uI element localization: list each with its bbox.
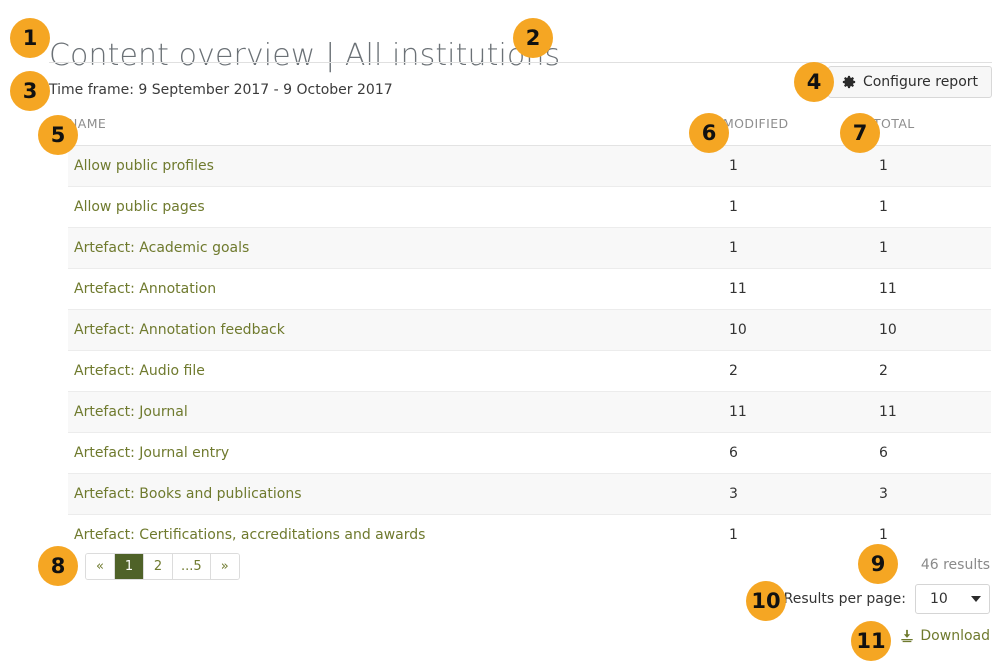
annotation-badge-6: 6: [689, 113, 729, 153]
pagination-next[interactable]: »: [211, 554, 239, 579]
cell-total: 2: [873, 351, 991, 392]
cell-modified: 1: [723, 187, 873, 228]
cell-name: Artefact: Audio file: [68, 351, 723, 392]
row-link[interactable]: Artefact: Certifications, accreditations…: [74, 527, 425, 543]
annotation-badge-11: 11: [851, 621, 891, 661]
results-per-page-label: Results per page:: [784, 591, 906, 607]
annotation-badge-10: 10: [746, 581, 786, 621]
cell-modified: 3: [723, 474, 873, 515]
content-overview-table: NAME MODIFIED TOTAL Allow public profile…: [68, 116, 991, 555]
cell-total: 1: [873, 187, 991, 228]
configure-report-button[interactable]: Configure report: [828, 66, 992, 98]
row-link[interactable]: Artefact: Annotation: [74, 281, 216, 297]
annotation-badge-4: 4: [794, 62, 834, 102]
cell-modified: 11: [723, 392, 873, 433]
chevron-down-icon: [971, 596, 981, 602]
cell-modified: 2: [723, 351, 873, 392]
table-body: Allow public profiles11Allow public page…: [68, 146, 991, 556]
cell-name: Artefact: Journal entry: [68, 433, 723, 474]
results-count: 46 results: [921, 557, 990, 573]
pagination-page-1[interactable]: 1: [115, 554, 144, 579]
pagination-page-2[interactable]: 2: [144, 554, 173, 579]
table-row: Artefact: Audio file 22: [68, 351, 991, 392]
results-per-page-select[interactable]: 10: [915, 584, 990, 614]
cell-modified: 6: [723, 433, 873, 474]
cell-modified: 1: [723, 146, 873, 187]
table-row: Artefact: Journal 1111: [68, 392, 991, 433]
cell-name: Artefact: Annotation: [68, 269, 723, 310]
cell-total: 1: [873, 146, 991, 187]
cell-total: 3: [873, 474, 991, 515]
table-row: Artefact: Books and publications 33: [68, 474, 991, 515]
cell-name: Allow public pages: [68, 187, 723, 228]
cell-name: Artefact: Certifications, accreditations…: [68, 515, 723, 556]
cell-total: 1: [873, 228, 991, 269]
row-link[interactable]: Allow public profiles: [74, 158, 214, 174]
download-label: Download: [920, 628, 990, 644]
table-row: Artefact: Annotation feedback 1010: [68, 310, 991, 351]
row-link[interactable]: Artefact: Journal: [74, 404, 188, 420]
cell-total: 11: [873, 392, 991, 433]
row-link[interactable]: Artefact: Academic goals: [74, 240, 249, 256]
table-row: Artefact: Academic goals 11: [68, 228, 991, 269]
row-link[interactable]: Artefact: Journal entry: [74, 445, 229, 461]
annotation-badge-3: 3: [10, 71, 50, 111]
annotation-badge-2: 2: [513, 18, 553, 58]
column-header-name[interactable]: NAME: [68, 116, 723, 146]
cell-name: Artefact: Annotation feedback: [68, 310, 723, 351]
annotation-badge-7: 7: [840, 113, 880, 153]
row-link[interactable]: Allow public pages: [74, 199, 205, 215]
page-title: Content overview | All institutions: [49, 36, 560, 76]
pagination[interactable]: «12...5»: [85, 553, 240, 580]
cell-modified: 1: [723, 515, 873, 556]
download-link[interactable]: Download: [900, 628, 990, 644]
annotation-badge-9: 9: [858, 544, 898, 584]
table-row: Allow public pages 11: [68, 187, 991, 228]
configure-report-label: Configure report: [863, 74, 978, 90]
pagination-page-5[interactable]: ...5: [173, 554, 211, 579]
title-divider: [49, 62, 992, 63]
cell-name: Artefact: Academic goals: [68, 228, 723, 269]
results-per-page-control: Results per page: 10: [784, 584, 990, 614]
cell-modified: 11: [723, 269, 873, 310]
gear-icon: [842, 75, 856, 89]
cell-total: 11: [873, 269, 991, 310]
cell-name: Artefact: Books and publications: [68, 474, 723, 515]
cell-name: Artefact: Journal: [68, 392, 723, 433]
table-row: Artefact: Certifications, accreditations…: [68, 515, 991, 556]
annotation-badge-1: 1: [10, 18, 50, 58]
column-header-total[interactable]: TOTAL: [873, 116, 991, 146]
cell-name: Allow public profiles: [68, 146, 723, 187]
cell-modified: 10: [723, 310, 873, 351]
cell-total: 6: [873, 433, 991, 474]
time-frame-text: Time frame: 9 September 2017 - 9 October…: [49, 82, 393, 98]
pagination-previous[interactable]: «: [86, 554, 115, 579]
table-row: Artefact: Annotation 1111: [68, 269, 991, 310]
cell-total: 10: [873, 310, 991, 351]
row-link[interactable]: Artefact: Annotation feedback: [74, 322, 285, 338]
row-link[interactable]: Artefact: Books and publications: [74, 486, 302, 502]
row-link[interactable]: Artefact: Audio file: [74, 363, 205, 379]
results-per-page-value: 10: [930, 591, 948, 607]
cell-modified: 1: [723, 228, 873, 269]
annotation-badge-8: 8: [38, 546, 78, 586]
annotation-badge-5: 5: [38, 115, 78, 155]
download-icon: [900, 629, 914, 643]
table-row: Artefact: Journal entry 66: [68, 433, 991, 474]
